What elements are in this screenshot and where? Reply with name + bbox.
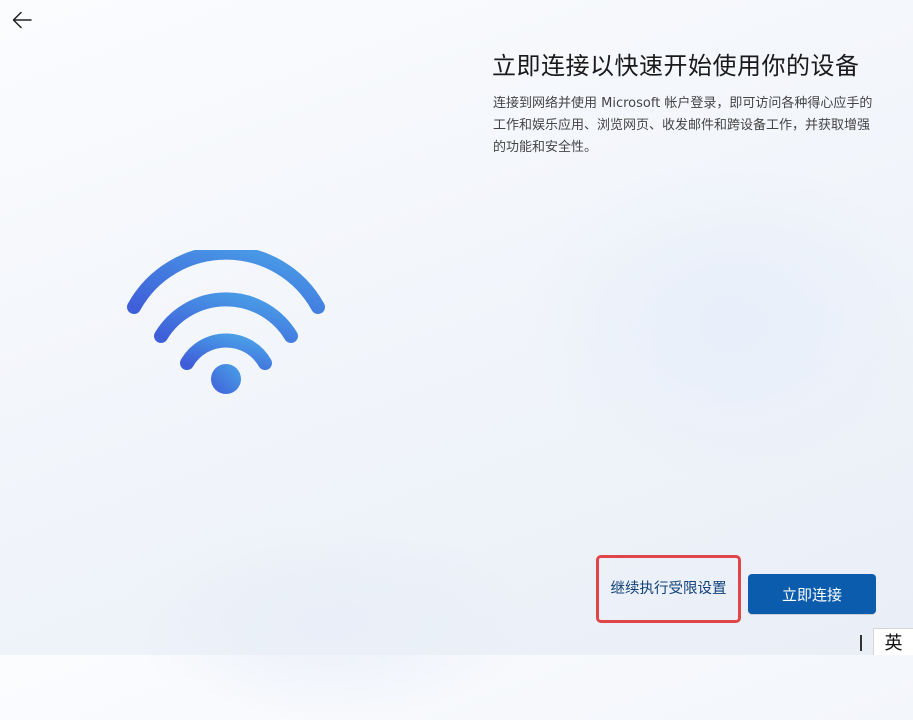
page-title: 立即连接以快速开始使用你的设备: [492, 52, 860, 80]
ime-language-indicator[interactable]: 英: [873, 628, 913, 655]
wifi-icon: [127, 250, 325, 394]
background-glow: [520, 160, 913, 480]
background-glow: [120, 520, 540, 720]
text-cursor-divider: [860, 635, 862, 651]
page-description: 连接到网络并使用 Microsoft 帐户登录，即可访问各种得心应手的工作和娱乐…: [493, 96, 873, 155]
back-button[interactable]: [8, 6, 36, 34]
connect-now-button[interactable]: 立即连接: [748, 574, 876, 614]
limited-setup-button[interactable]: 继续执行受限设置: [596, 555, 741, 623]
arrow-left-icon: [12, 11, 32, 29]
limited-setup-label: 继续执行受限设置: [610, 581, 727, 597]
